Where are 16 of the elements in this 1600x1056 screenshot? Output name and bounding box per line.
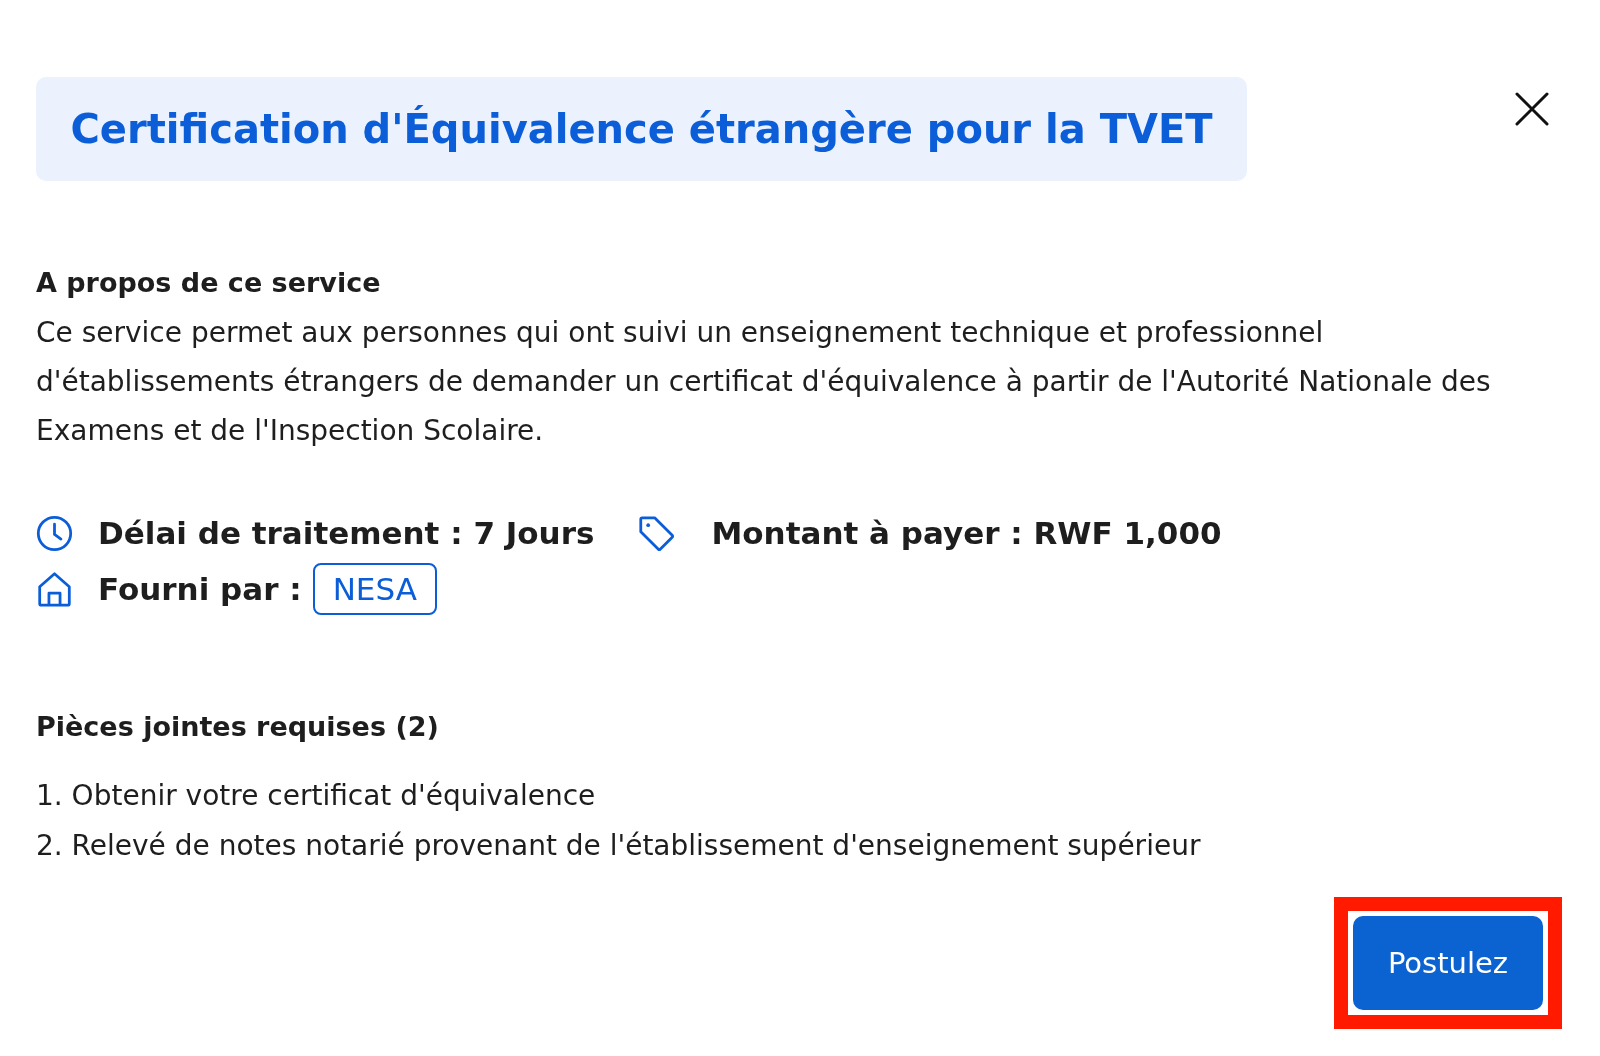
apply-button[interactable]: Postulez bbox=[1353, 916, 1543, 1010]
detail-label: Montant à payer : RWF 1,000 bbox=[711, 515, 1222, 551]
dialog-title: Certification d'Équivalence étrangère pour la TVET bbox=[70, 106, 1213, 152]
detail-label: Délai de traitement : 7 Jours bbox=[98, 515, 595, 551]
section-heading: A propos de ce service bbox=[36, 266, 382, 300]
house-icon bbox=[36, 570, 73, 608]
close-button[interactable] bbox=[1514, 91, 1550, 127]
tag-icon bbox=[638, 514, 676, 552]
detail-label: Fourni par : bbox=[98, 571, 302, 607]
clock-icon bbox=[36, 514, 73, 552]
provider-tag: NESA bbox=[312, 563, 437, 615]
attachment-item: 2. Relevé de notes notarié provenant de l'établissement d'enseignement supérieur bbox=[36, 828, 1202, 864]
close-icon bbox=[1515, 92, 1549, 126]
attachment-item: 1. Obtenir votre certificat d'équivalence bbox=[36, 778, 597, 814]
service-description: Ce service permet aux personnes qui ont suivi un enseignement technique et professionnel d'établissements étrangers de demander un certificat d'équivalence à partir de l'Autorité Nationale des Examens et de l'Inspection Scolaire. bbox=[36, 315, 1492, 449]
section-heading: Pièces jointes requises (2) bbox=[36, 710, 440, 744]
